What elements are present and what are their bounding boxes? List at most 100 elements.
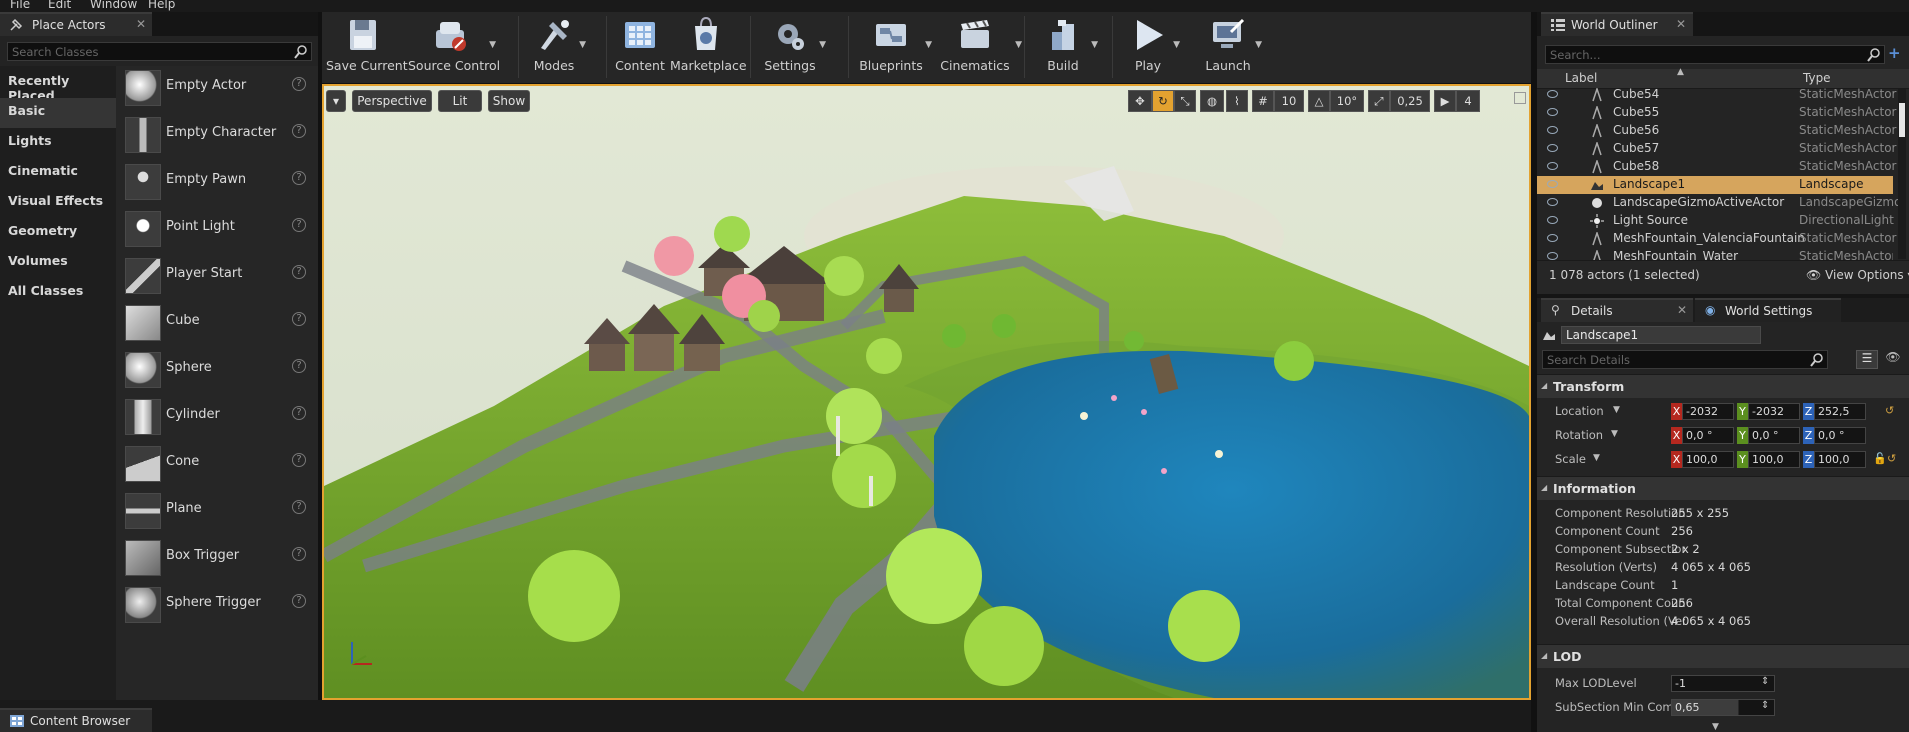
outliner-row[interactable]: Cube58 StaticMeshActor xyxy=(1537,158,1896,176)
content-browser-tab[interactable]: Content Browser xyxy=(0,708,152,732)
level-viewport[interactable] xyxy=(322,84,1531,700)
chevron-down-icon[interactable]: ▼ xyxy=(1593,453,1600,463)
lock-icon[interactable]: 🔓 xyxy=(1873,452,1887,465)
marketplace-button[interactable]: Marketplace xyxy=(670,14,747,82)
launch-button[interactable]: Launch ▼ xyxy=(1198,14,1262,82)
chevron-down-icon[interactable]: ▼ xyxy=(579,40,586,50)
help-icon[interactable]: ? xyxy=(292,77,306,91)
spin-icon[interactable]: ⇕ xyxy=(1761,700,1769,711)
rotate-tool-icon[interactable]: ↻ xyxy=(1152,90,1174,112)
details-tab[interactable]: ⚲ Details ✕ xyxy=(1541,298,1693,322)
actor-item-sphere-trigger[interactable]: Sphere Trigger? xyxy=(116,583,318,630)
chevron-down-icon[interactable]: ▼ xyxy=(1712,722,1719,732)
build-button[interactable]: Build ▼ xyxy=(1032,14,1098,82)
source-control-button[interactable]: Source Control ▼ xyxy=(408,14,500,82)
actor-item-box-trigger[interactable]: Box Trigger? xyxy=(116,536,318,583)
help-icon[interactable]: ? xyxy=(292,453,306,467)
subsection-slider[interactable]: 0,65 xyxy=(1671,699,1775,716)
translate-tool-icon[interactable]: ✥ xyxy=(1128,90,1152,112)
lod-section[interactable]: ◢ LOD xyxy=(1537,644,1909,668)
actor-item-cone[interactable]: Cone? xyxy=(116,442,318,489)
outliner-row-selected[interactable]: Landscape1 Landscape xyxy=(1537,176,1893,194)
eye-icon[interactable] xyxy=(1547,162,1558,170)
outliner-row[interactable]: Light Source DirectionalLight xyxy=(1537,212,1894,230)
chevron-down-icon[interactable]: ▼ xyxy=(1611,429,1618,439)
actor-item-sphere[interactable]: Sphere? xyxy=(116,348,318,395)
search-details-input[interactable]: Search Details xyxy=(1542,350,1828,369)
menu-help[interactable]: Help xyxy=(148,0,175,11)
help-icon[interactable]: ? xyxy=(292,594,306,608)
maximize-viewport-icon[interactable] xyxy=(1514,92,1526,104)
save-current-button[interactable]: Save Current xyxy=(326,14,408,82)
eye-icon[interactable] xyxy=(1547,90,1558,98)
lit-button[interactable]: Lit xyxy=(438,90,482,112)
property-matrix-icon[interactable]: ☰ xyxy=(1856,350,1878,369)
actor-name-field[interactable]: Landscape1 xyxy=(1561,326,1761,344)
eye-icon[interactable] xyxy=(1547,144,1558,152)
scale-snap-value[interactable]: 0,25 xyxy=(1390,90,1430,112)
outliner-row[interactable]: Cube55 StaticMeshActor xyxy=(1537,104,1896,122)
close-icon[interactable]: ✕ xyxy=(136,17,146,31)
help-icon[interactable]: ? xyxy=(292,265,306,279)
world-local-icon[interactable]: ◍ xyxy=(1200,90,1224,112)
settings-button[interactable]: Settings ▼ xyxy=(758,14,826,82)
surface-snap-icon[interactable]: ⌇ xyxy=(1226,90,1248,112)
eye-icon[interactable] xyxy=(1547,234,1558,242)
close-icon[interactable]: ✕ xyxy=(1677,303,1687,317)
information-section[interactable]: ◢ Information xyxy=(1537,476,1909,500)
actor-item-cube[interactable]: Cube? xyxy=(116,301,318,348)
grid-snap-icon[interactable]: # xyxy=(1252,90,1274,112)
chevron-down-icon[interactable]: ▼ xyxy=(1613,405,1620,415)
scale-tool-icon[interactable]: ⤡ xyxy=(1174,90,1196,112)
reset-icon[interactable]: ↺ xyxy=(1885,404,1894,417)
rotation-label[interactable]: Rotation xyxy=(1555,428,1685,442)
category-recently-placed[interactable]: Recently Placed xyxy=(0,68,116,103)
modes-button[interactable]: Modes ▼ xyxy=(526,14,586,82)
cinematics-button[interactable]: Cinematics ▼ xyxy=(932,14,1022,82)
search-classes-input[interactable]: Search Classes xyxy=(7,42,312,61)
actor-item-empty-character[interactable]: Empty Character? xyxy=(116,113,318,160)
world-settings-tab[interactable]: ◉ World Settings xyxy=(1695,298,1841,322)
outliner-row[interactable]: Cube54 StaticMeshActor xyxy=(1537,86,1896,104)
viewport-options-button[interactable]: ▾ xyxy=(326,90,346,112)
eye-icon[interactable] xyxy=(1547,252,1558,260)
help-icon[interactable]: ? xyxy=(292,171,306,185)
max-lod-field[interactable]: -1 xyxy=(1671,675,1775,692)
chevron-down-icon[interactable]: ▼ xyxy=(1173,40,1180,50)
location-label[interactable]: Location xyxy=(1555,404,1685,418)
category-all-classes[interactable]: All Classes xyxy=(0,278,116,308)
outliner-row[interactable]: MeshFountain_Water StaticMeshActor xyxy=(1537,248,1893,260)
type-column-header[interactable]: Type xyxy=(1803,71,1831,85)
grid-snap-value[interactable]: 10 xyxy=(1274,90,1304,112)
content-button[interactable]: Content xyxy=(612,14,668,82)
close-icon[interactable]: ✕ xyxy=(1676,17,1686,31)
outliner-row[interactable]: MeshFountain_ValenciaFountain StaticMeshA… xyxy=(1537,230,1896,248)
rotation-snap-value[interactable]: 10° xyxy=(1330,90,1364,112)
chevron-down-icon[interactable]: ▼ xyxy=(925,40,932,50)
help-icon[interactable]: ? xyxy=(292,500,306,514)
category-volumes[interactable]: Volumes xyxy=(0,248,116,278)
actor-item-point-light[interactable]: Point Light? xyxy=(116,207,318,254)
show-button[interactable]: Show xyxy=(488,90,530,112)
actor-item-empty-pawn[interactable]: Empty Pawn? xyxy=(116,160,318,207)
place-actors-tab[interactable]: Place Actors ✕ xyxy=(0,12,152,36)
outliner-search-input[interactable]: Search... xyxy=(1545,45,1885,64)
blueprints-button[interactable]: Blueprints ▼ xyxy=(854,14,932,82)
eye-icon[interactable] xyxy=(1547,108,1558,116)
category-basic[interactable]: Basic xyxy=(0,98,116,128)
camera-speed-icon[interactable]: ▶ xyxy=(1434,90,1456,112)
chevron-down-icon[interactable]: ▼ xyxy=(1015,40,1022,50)
category-cinematic[interactable]: Cinematic xyxy=(0,158,116,188)
menu-window[interactable]: Window xyxy=(90,0,137,11)
transform-section[interactable]: ◢ Transform xyxy=(1537,374,1909,398)
actor-item-cylinder[interactable]: Cylinder? xyxy=(116,395,318,442)
chevron-down-icon[interactable]: ▼ xyxy=(819,40,826,50)
outliner-row[interactable]: Cube56 StaticMeshActor xyxy=(1537,122,1896,140)
reset-icon[interactable]: ↺ xyxy=(1887,452,1896,465)
chevron-down-icon[interactable]: ▼ xyxy=(489,40,496,50)
category-visual-effects[interactable]: Visual Effects xyxy=(0,188,116,218)
menu-edit[interactable]: Edit xyxy=(48,0,71,11)
scale-snap-icon[interactable]: ⤢ xyxy=(1368,90,1390,112)
camera-speed-value[interactable]: 4 xyxy=(1456,90,1480,112)
help-icon[interactable]: ? xyxy=(292,406,306,420)
